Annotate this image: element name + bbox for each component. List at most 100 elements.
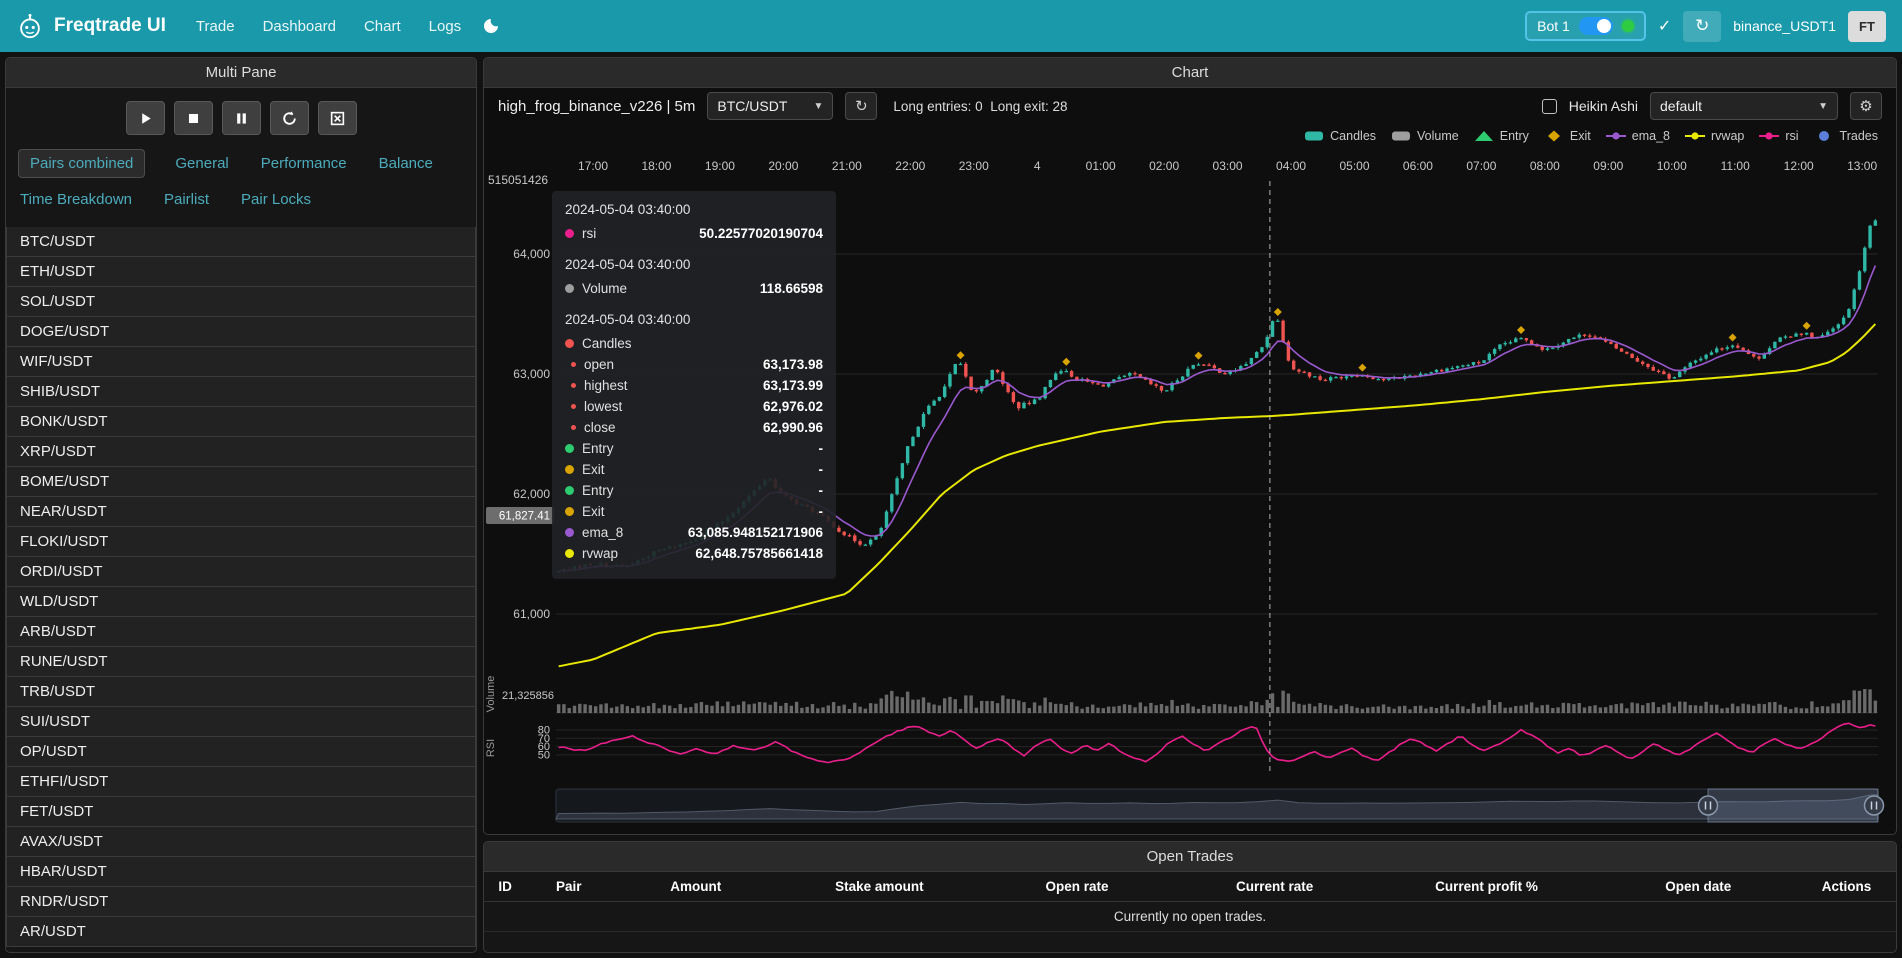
svg-text:05:00: 05:00: [1339, 159, 1369, 173]
legend-ema_8[interactable]: ema_8: [1606, 129, 1670, 143]
pair-item-wld[interactable]: WLD/USDT: [6, 586, 476, 617]
chart-refresh-button[interactable]: ↻: [845, 92, 877, 120]
legend-exit[interactable]: Exit: [1544, 129, 1591, 143]
svg-text:01:00: 01:00: [1086, 159, 1116, 173]
pair-item-floki[interactable]: FLOKI/USDT: [6, 526, 476, 557]
nav-link-logs[interactable]: Logs: [429, 18, 462, 35]
plot-config-select[interactable]: default ▼: [1650, 92, 1838, 120]
legend-trades[interactable]: Trades: [1814, 129, 1878, 143]
chevron-down-icon: ▼: [813, 101, 823, 112]
nav-link-trade[interactable]: Trade: [196, 18, 235, 35]
pair-item-wif[interactable]: WIF/USDT: [6, 346, 476, 377]
avatar[interactable]: FT: [1848, 11, 1886, 42]
pair-item-xrp[interactable]: XRP/USDT: [6, 436, 476, 467]
svg-text:20:00: 20:00: [768, 159, 798, 173]
svg-text:21,325856: 21,325856: [502, 690, 554, 702]
pair-item-ar[interactable]: AR/USDT: [6, 916, 476, 947]
tab-balance[interactable]: Balance: [377, 150, 435, 177]
stop-button[interactable]: [174, 101, 213, 135]
nav-link-chart[interactable]: Chart: [364, 18, 401, 35]
pair-item-rune[interactable]: RUNE/USDT: [6, 646, 476, 677]
tooltip-timestamp: 2024-05-04 03:40:00: [565, 312, 823, 327]
multi-pane-title: Multi Pane: [6, 58, 476, 88]
tooltip-row-open: open63,173.98: [565, 354, 823, 375]
svg-text:21:00: 21:00: [832, 159, 862, 173]
tab-pairs-combined[interactable]: Pairs combined: [18, 149, 145, 178]
plot-settings-gear-button[interactable]: ⚙: [1850, 92, 1882, 120]
pair-item-eth[interactable]: ETH/USDT: [6, 256, 476, 287]
refresh-button[interactable]: [270, 101, 309, 135]
tab-performance[interactable]: Performance: [259, 150, 349, 177]
bot-selector[interactable]: Bot 1: [1525, 11, 1646, 41]
pair-item-sol[interactable]: SOL/USDT: [6, 286, 476, 317]
tooltip-label: Entry: [582, 483, 614, 498]
datazoom-handle[interactable]: [1699, 796, 1718, 815]
legend-rvwap[interactable]: rvwap: [1685, 129, 1744, 143]
heikin-ashi-checkbox[interactable]: [1542, 99, 1557, 114]
pause-button[interactable]: [222, 101, 261, 135]
legend-label: Candles: [1330, 129, 1376, 143]
chart-toolbar-right: Heikin Ashi default ▼ ⚙: [1542, 92, 1882, 120]
pair-item-rndr[interactable]: RNDR/USDT: [6, 886, 476, 917]
svg-text:22:00: 22:00: [895, 159, 925, 173]
pair-item-ordi[interactable]: ORDI/USDT: [6, 556, 476, 587]
pair-item-arb[interactable]: ARB/USDT: [6, 616, 476, 647]
pair-item-doge[interactable]: DOGE/USDT: [6, 316, 476, 347]
svg-text:4: 4: [1034, 159, 1041, 173]
pair-item-op[interactable]: OP/USDT: [6, 736, 476, 767]
datazoom-handle[interactable]: [1865, 796, 1884, 815]
tab-pair-locks[interactable]: Pair Locks: [239, 186, 313, 213]
exit-marker-icon: [1274, 308, 1282, 316]
chart-panel-title: Chart: [484, 58, 1896, 88]
legend-volume[interactable]: Volume: [1391, 129, 1459, 143]
pair-item-bome[interactable]: BOME/USDT: [6, 466, 476, 497]
pair-item-shib[interactable]: SHIB/USDT: [6, 376, 476, 407]
app-title: Freqtrade UI: [54, 15, 166, 37]
tooltip-label: Entry: [582, 441, 614, 456]
legend-entry[interactable]: Entry: [1474, 129, 1529, 143]
top-navbar: Freqtrade UI Trade Dashboard Chart Logs Bot…: [0, 0, 1902, 52]
pair-item-fet[interactable]: FET/USDT: [6, 796, 476, 827]
pair-item-avax[interactable]: AVAX/USDT: [6, 826, 476, 857]
theme-toggle-icon[interactable]: [483, 18, 499, 34]
tab-general[interactable]: General: [173, 150, 230, 177]
tooltip-value: 50.22577020190704: [699, 226, 823, 241]
heikin-ashi-label: Heikin Ashi: [1569, 98, 1638, 114]
exit-marker-icon: [1729, 334, 1737, 342]
pair-item-near[interactable]: NEAR/USDT: [6, 496, 476, 527]
pair-item-trb[interactable]: TRB/USDT: [6, 676, 476, 707]
tooltip-row-Exit: Exit-: [565, 459, 823, 480]
bot-name: Bot 1: [1537, 18, 1570, 34]
tooltip-row-highest: highest63,173.99: [565, 375, 823, 396]
play-button[interactable]: [126, 101, 165, 135]
svg-text:13:00: 13:00: [1847, 159, 1877, 173]
tab-time-breakdown[interactable]: Time Breakdown: [18, 186, 134, 213]
svg-text:04:00: 04:00: [1276, 159, 1306, 173]
pair-item-hbar[interactable]: HBAR/USDT: [6, 856, 476, 887]
nav-links: Trade Dashboard Chart Logs: [196, 18, 461, 35]
no-open-trades-message: Currently no open trades.: [484, 902, 1896, 932]
legend-rsi[interactable]: rsi: [1759, 129, 1798, 143]
tooltip-value: 62,648.75785661418: [695, 546, 823, 561]
tooltip-value: 62,976.02: [763, 399, 823, 414]
column-stake-amount: Stake amount: [781, 872, 979, 902]
pair-item-bonk[interactable]: BONK/USDT: [6, 406, 476, 437]
legend-candles[interactable]: Candles: [1304, 129, 1376, 143]
nav-link-dashboard[interactable]: Dashboard: [263, 18, 336, 35]
pair-item-btc[interactable]: BTC/USDT: [6, 227, 476, 257]
datazoom-window[interactable]: [1708, 789, 1878, 822]
chart-body: 64,00063,00062,00061,0008070605017:0018:…: [484, 148, 1896, 834]
tab-pairlist[interactable]: Pairlist: [162, 186, 211, 213]
chevron-down-icon: ▼: [1818, 101, 1828, 112]
global-refresh-button[interactable]: ↻: [1683, 11, 1721, 42]
forced-exit-button[interactable]: [318, 101, 357, 135]
pair-item-sui[interactable]: SUI/USDT: [6, 706, 476, 737]
bot-controls: [6, 88, 476, 145]
pair-select[interactable]: BTC/USDT ▼: [707, 92, 833, 120]
bot-toggle[interactable]: [1579, 17, 1613, 35]
bot-ok-icon: ✓: [1658, 16, 1671, 36]
trades-swatch-icon: [1814, 129, 1834, 143]
svg-text:19:00: 19:00: [705, 159, 735, 173]
rsi-dot-icon: [565, 229, 574, 238]
pair-item-ethfi[interactable]: ETHFI/USDT: [6, 766, 476, 797]
